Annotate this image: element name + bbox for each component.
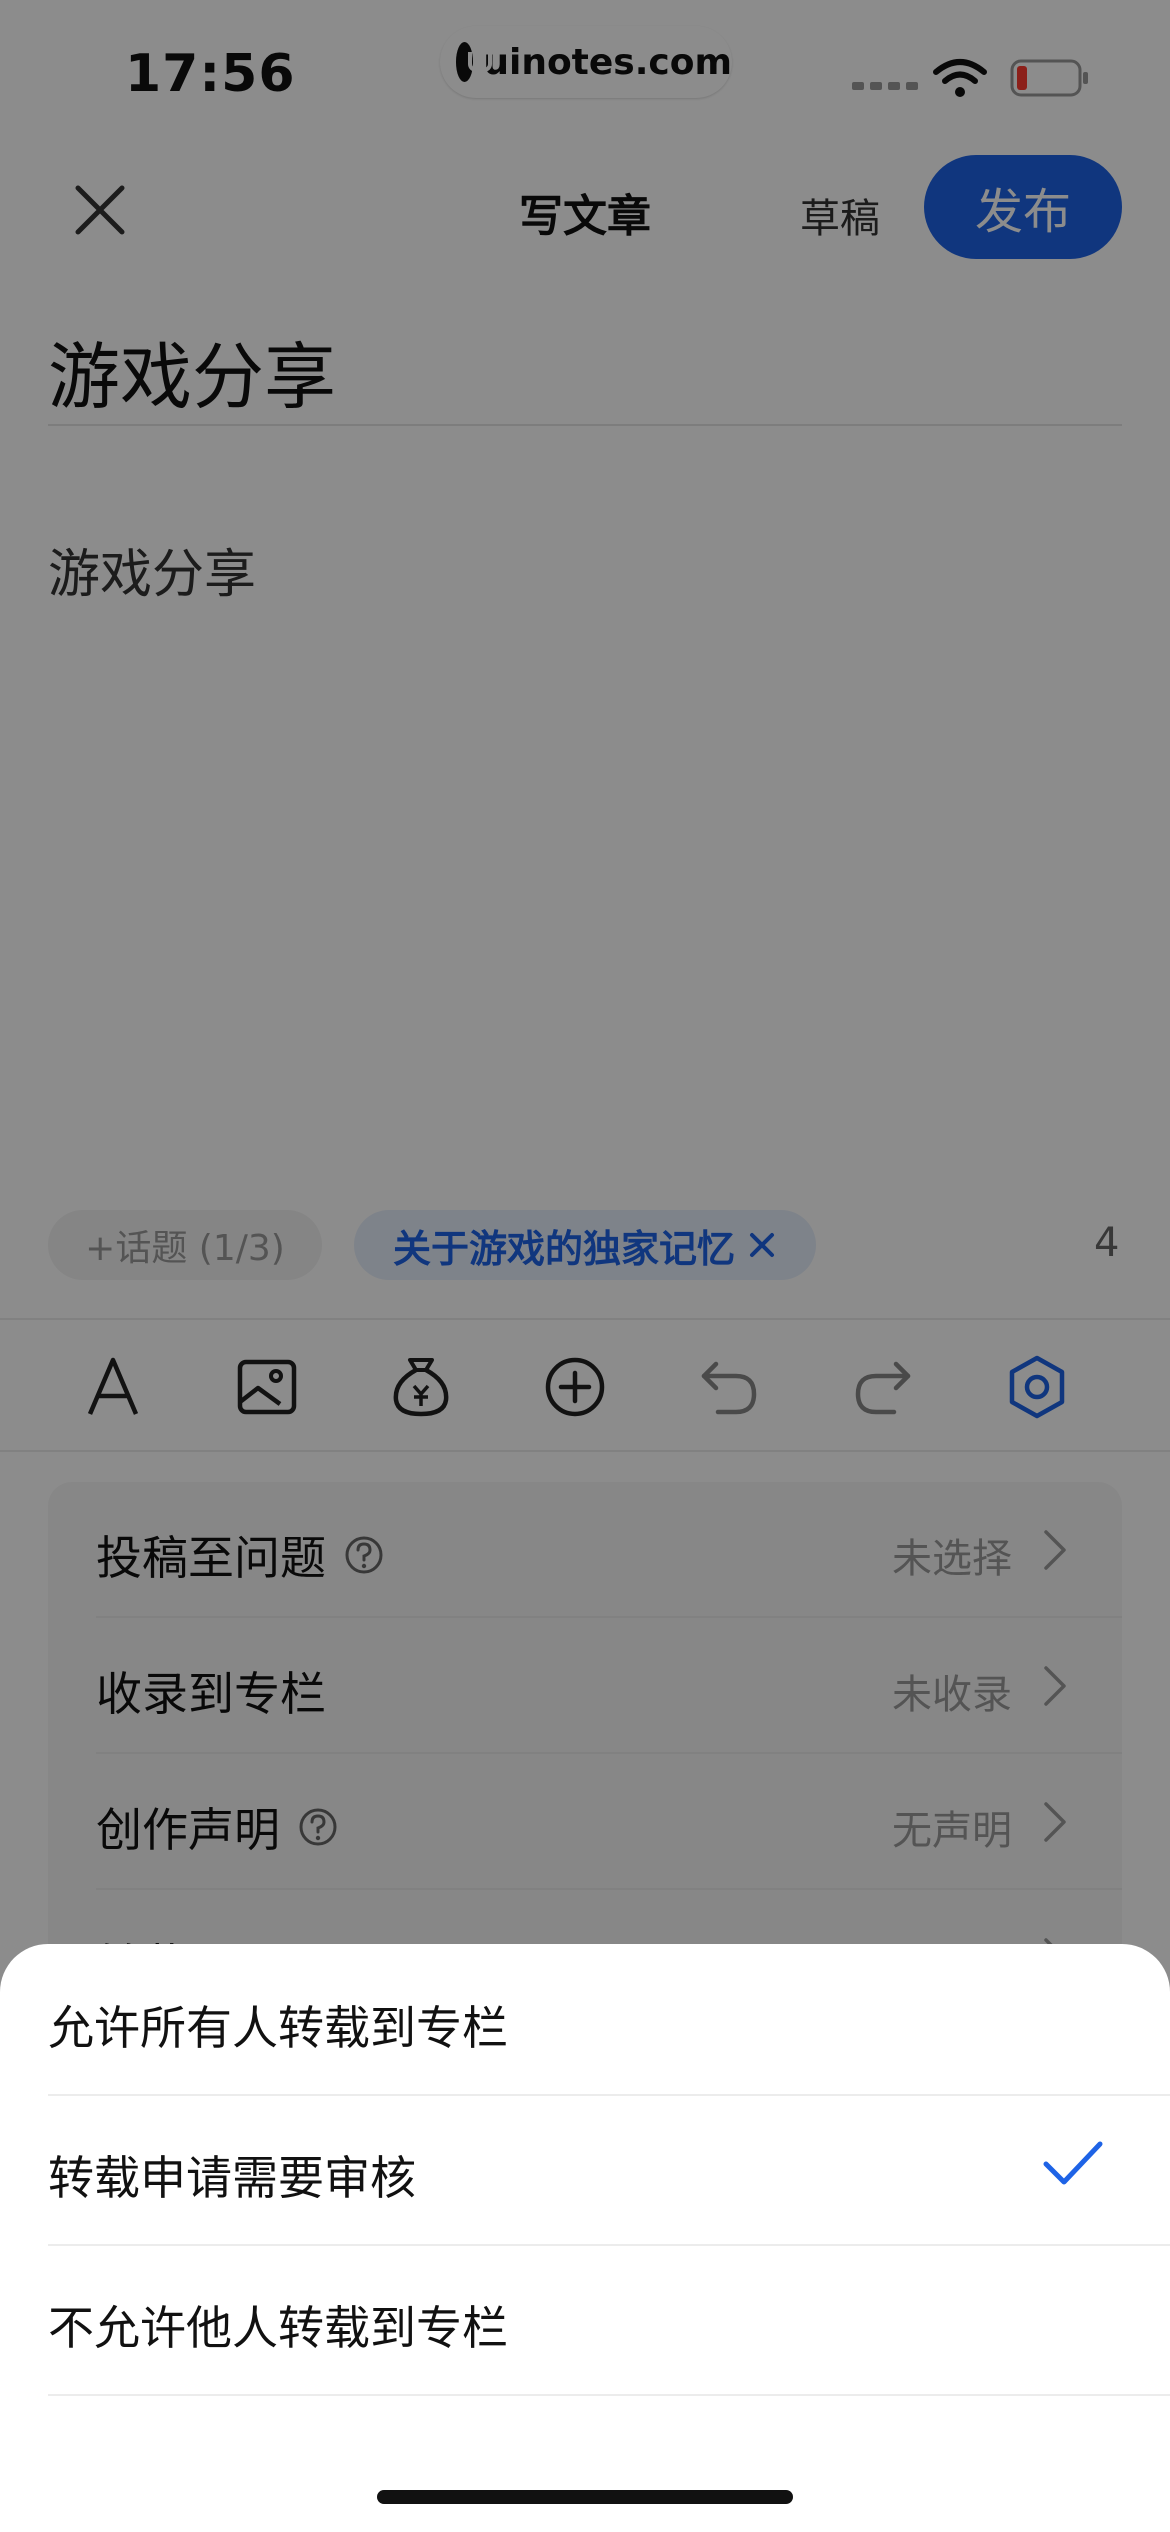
option-label: 允许所有人转载到专栏 bbox=[48, 2001, 508, 2055]
editor-page: 17:56 uinotes.com 写文章 草稿 发布 游戏分享 游戏分享 +话… bbox=[0, 0, 1170, 2532]
option-divider bbox=[48, 2394, 1170, 2396]
option-label: 转载申请需要审核 bbox=[48, 2151, 416, 2205]
repost-option-allow-all[interactable]: 允许所有人转载到专栏 bbox=[0, 1944, 1170, 2094]
home-indicator[interactable] bbox=[377, 2490, 793, 2504]
repost-option-need-review[interactable]: 转载申请需要审核 bbox=[0, 2094, 1170, 2244]
check-icon bbox=[1043, 2141, 1103, 2185]
repost-option-disallow[interactable]: 不允许他人转载到专栏 bbox=[0, 2244, 1170, 2394]
option-label: 不允许他人转载到专栏 bbox=[48, 2301, 508, 2355]
repost-options-sheet: 允许所有人转载到专栏 转载申请需要审核 不允许他人转载到专栏 bbox=[0, 1944, 1170, 2532]
